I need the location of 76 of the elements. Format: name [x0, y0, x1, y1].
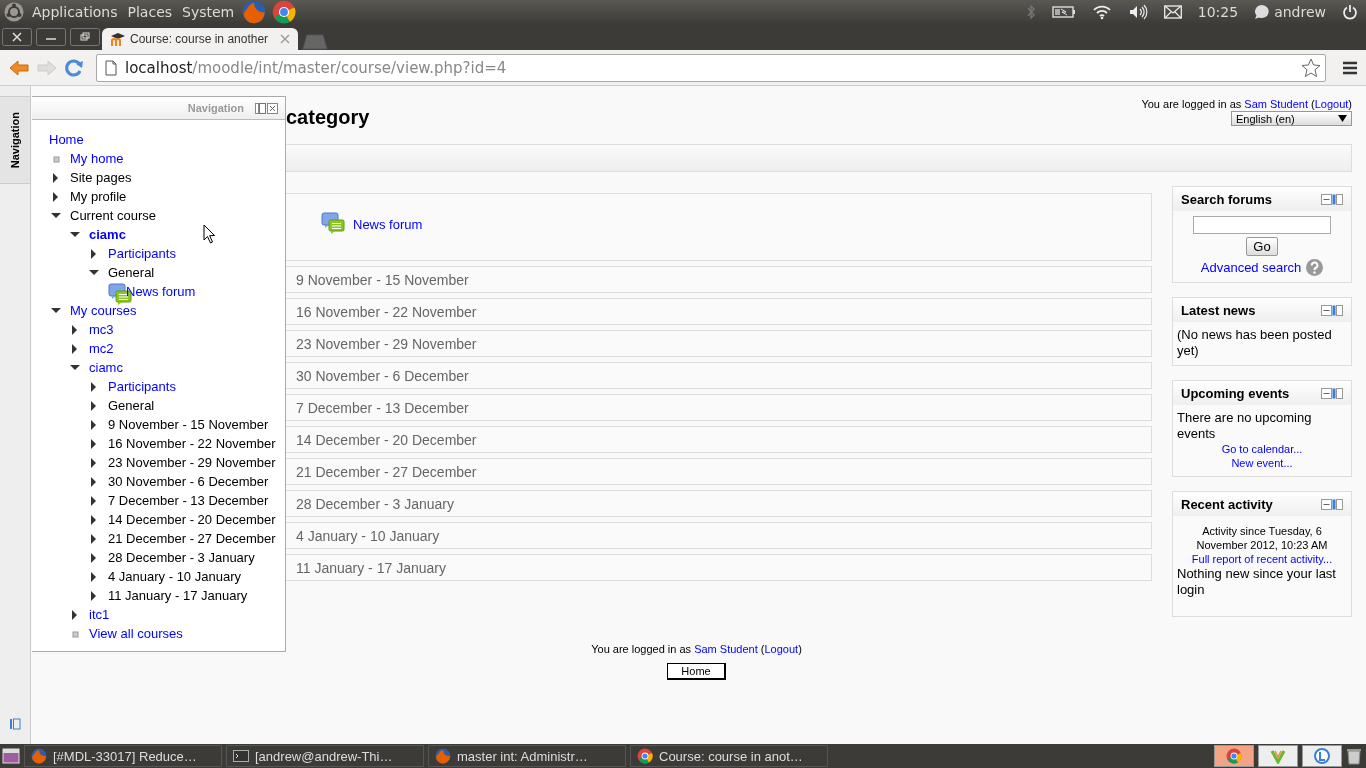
activity-link[interactable]: News forum [353, 216, 423, 232]
nav-label[interactable]: Current course [70, 208, 156, 223]
login-link[interactable]: Sam Student [1244, 98, 1308, 110]
nav-label[interactable]: Site pages [70, 170, 132, 185]
nav-link[interactable]: ciamc [89, 360, 123, 375]
nav-label[interactable]: 7 December - 13 December [108, 493, 269, 508]
block-text: (No news has been posted yet) [1177, 327, 1333, 359]
block-text: There are no upcoming events [1177, 410, 1313, 442]
section-title: 23 November - 29 November [296, 335, 477, 352]
nav-label[interactable]: 21 December - 27 December [108, 531, 276, 546]
login-info: You are logged in as Sam Student (Logout) [1141, 98, 1352, 110]
nav-link[interactable]: Participants [108, 246, 176, 261]
clock[interactable]: 10:25 [1197, 4, 1239, 20]
block-title: Search forums [1181, 191, 1273, 207]
nav-link[interactable]: My home [70, 151, 124, 166]
nav-label[interactable]: 23 November - 29 November [108, 455, 276, 470]
taskbar-button[interactable]: master int: Administr… [428, 745, 626, 767]
nav-link[interactable]: itc1 [89, 607, 110, 622]
nav-link[interactable]: View all courses [89, 626, 183, 641]
nav-link[interactable]: ciamc [89, 227, 126, 242]
activity-since-text: Activity since Tuesday, 6 November 2012, 10:23 AM [1195, 524, 1329, 552]
section-title: 16 November - 22 November [296, 303, 477, 320]
section-title: 11 January - 17 January [296, 559, 446, 576]
login-link[interactable]: Logout [764, 643, 799, 655]
page-heading: category [286, 105, 370, 129]
nav-label[interactable]: 11 January - 17 January [108, 588, 248, 603]
nav-link[interactable]: News forum [126, 284, 196, 299]
block-title: Upcoming events [1181, 385, 1290, 401]
go-button[interactable]: Go [1246, 237, 1278, 256]
block-link[interactable]: Go to calendar... [1221, 443, 1303, 455]
nav-label[interactable]: 16 November - 22 November [108, 436, 276, 451]
nav-link[interactable]: mc2 [89, 341, 114, 356]
nav-label[interactable]: 4 January - 10 January [108, 569, 241, 584]
login-info: You are logged in as Sam Student (Logout) [591, 643, 802, 655]
nav-label[interactable]: 9 November - 15 November [108, 417, 269, 432]
block-title: Recent activity [1181, 496, 1273, 512]
section-title: 30 November - 6 December [296, 367, 469, 384]
panel-menu[interactable]: System [180, 4, 237, 20]
section-title: 28 December - 3 January [296, 495, 454, 512]
block-text: Nothing new since your last login [1177, 566, 1337, 599]
login-link[interactable]: Logout [1314, 98, 1349, 110]
advanced-search-link[interactable]: Advanced search [1200, 260, 1302, 275]
nav-label[interactable]: General [108, 265, 155, 280]
section-title: 21 December - 27 December [296, 463, 477, 480]
section-title: 14 December - 20 December [296, 431, 477, 448]
dock-tab[interactable]: Navigation [0, 96, 30, 184]
home-button[interactable]: Home [667, 663, 726, 680]
browser-tab[interactable]: Course: course in another [102, 28, 298, 50]
panel-menu[interactable]: Applications [30, 4, 120, 20]
url-text: localhost/moodle/int/master/course/view.php?id=4 [125, 58, 508, 77]
nav-label[interactable]: My profile [70, 189, 127, 204]
panel-title: Navigation [187, 102, 244, 114]
nav-label[interactable]: General [108, 398, 155, 413]
tab-title: Course: course in another [130, 32, 270, 46]
nav-link[interactable]: mc3 [89, 322, 114, 337]
block-link[interactable]: New event... [1231, 457, 1293, 469]
login-link[interactable]: Sam Student [694, 643, 758, 655]
full-report-link[interactable]: Full report of recent activity... [1191, 553, 1333, 565]
user-name: andrew [1274, 4, 1326, 20]
nav-label[interactable]: 28 December - 3 January [108, 550, 255, 565]
taskbar-button[interactable]: [#MDL-33017] Reduce… [24, 745, 222, 767]
panel-menu[interactable]: Places [125, 4, 175, 20]
taskbar-button[interactable]: [andrew@andrew-Thi… [226, 745, 424, 767]
nav-label[interactable]: 14 December - 20 December [108, 512, 276, 527]
section-title: 4 January - 10 January [296, 527, 440, 544]
address-bar[interactable]: localhost/moodle/int/master/course/view.php?id=4 [96, 53, 1326, 82]
nav-label[interactable]: 30 November - 6 December [108, 474, 269, 489]
block-title: Latest news [1181, 302, 1256, 318]
user-menu[interactable]: andrew [1254, 4, 1326, 20]
nav-link[interactable]: Participants [108, 379, 176, 394]
nav-link[interactable]: Home [49, 132, 84, 147]
taskbar-button[interactable]: Course: course in anot… [630, 745, 828, 767]
nav-link[interactable]: My courses [70, 303, 137, 318]
section-title: 7 December - 13 December [296, 399, 469, 416]
language-select[interactable]: English (en) [1231, 111, 1352, 126]
section-title: 9 November - 15 November [296, 271, 469, 288]
